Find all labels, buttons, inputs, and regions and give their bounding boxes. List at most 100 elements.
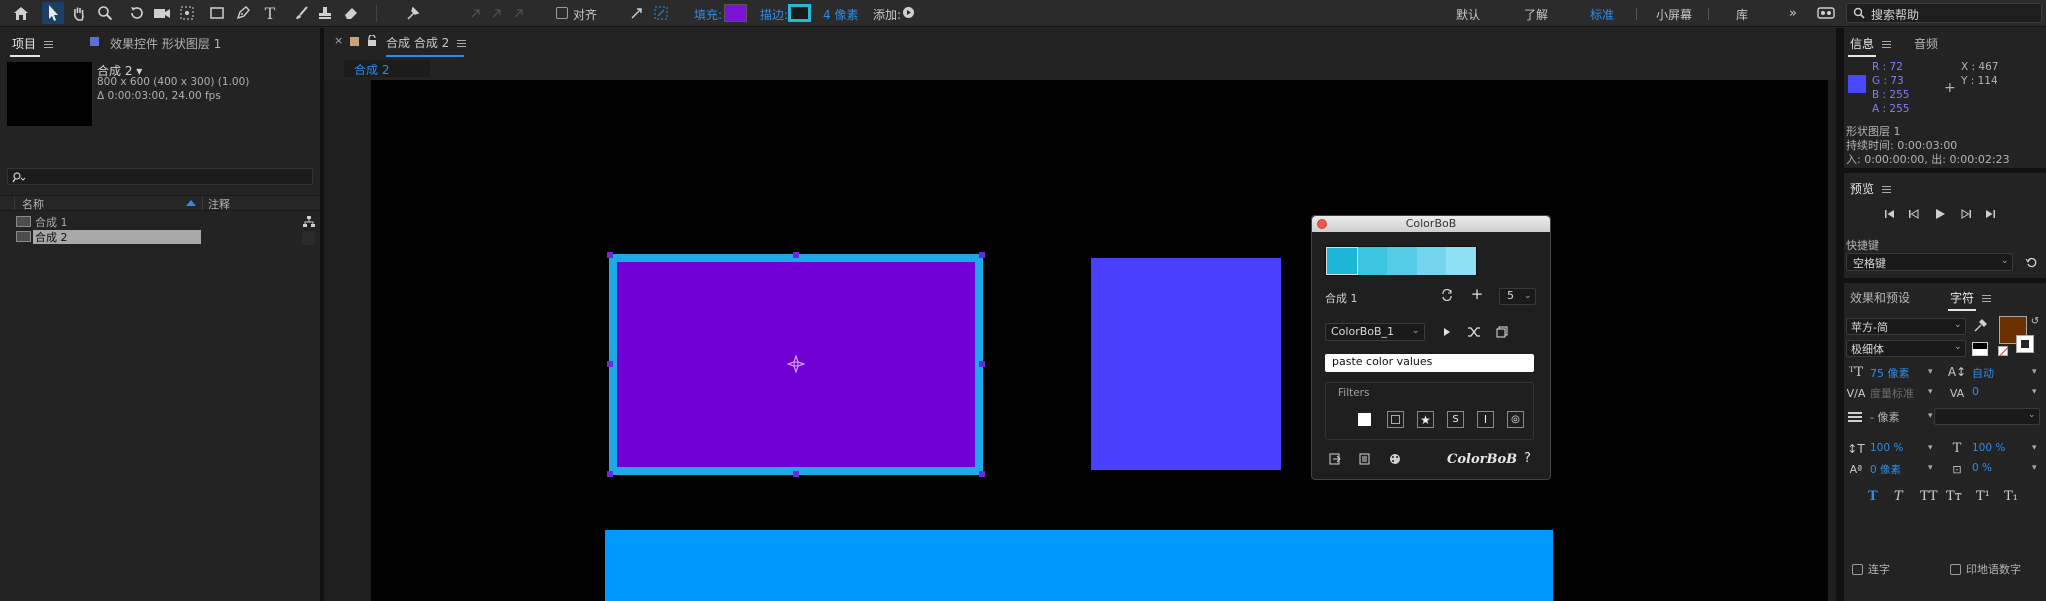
bounding-handle[interactable]: [793, 471, 799, 477]
more-workspaces-icon[interactable]: »: [1785, 5, 1801, 21]
puppet-tool-icon[interactable]: [404, 4, 422, 22]
panel-menu-icon[interactable]: [1982, 295, 1992, 302]
hindi-digits-checkbox[interactable]: [1950, 564, 1961, 575]
eraser-tool-icon[interactable]: [342, 4, 360, 22]
color-count-select[interactable]: 5 ⌄: [1499, 288, 1536, 305]
col-comment-header[interactable]: 注释: [208, 196, 230, 212]
pan-behind-tool-icon[interactable]: [178, 4, 196, 22]
fill-label[interactable]: 填充:: [694, 6, 722, 23]
workspace-learn[interactable]: 了解: [1524, 6, 1548, 23]
panel-menu-icon[interactable]: [1882, 186, 1892, 193]
bounding-handle[interactable]: [607, 252, 613, 258]
horizontal-scale-value[interactable]: 100 %: [1972, 442, 2005, 454]
color-swatch[interactable]: [1387, 247, 1417, 275]
clone-stamp-tool-icon[interactable]: [316, 4, 334, 22]
bounding-handle[interactable]: [793, 252, 799, 258]
workspace-small-screen[interactable]: 小屏幕: [1656, 6, 1692, 23]
filter-star-icon[interactable]: ★: [1417, 411, 1434, 428]
stroke-swatch[interactable]: [788, 4, 811, 22]
pen-tool-icon[interactable]: [234, 4, 252, 22]
faux-bold-button[interactable]: T: [1868, 489, 1878, 504]
all-caps-button[interactable]: TT: [1920, 489, 1938, 504]
brush-tool-icon[interactable]: [292, 4, 310, 22]
chevron-down-icon[interactable]: ▾: [1928, 411, 1933, 421]
stroke-width-value[interactable]: - 像素: [1870, 409, 1899, 425]
leading-value[interactable]: 自动: [1972, 365, 1994, 381]
shuffle-icon[interactable]: [1467, 325, 1481, 339]
tab-audio[interactable]: 音频: [1914, 35, 1938, 52]
ligature-checkbox[interactable]: [1852, 564, 1863, 575]
rectangle-tool-icon[interactable]: [208, 4, 226, 22]
bounding-handle[interactable]: [979, 361, 985, 367]
panel-menu-icon[interactable]: [1882, 41, 1892, 48]
selection-tool-icon[interactable]: [42, 2, 64, 24]
chevron-down-icon[interactable]: ▾: [2032, 463, 2037, 473]
chevron-down-icon[interactable]: ▾: [1928, 443, 1933, 453]
reset-icon[interactable]: [2024, 255, 2038, 269]
filter-s-icon[interactable]: S: [1447, 411, 1464, 428]
comp-canvas[interactable]: [371, 80, 1828, 601]
sort-ascending-icon[interactable]: [186, 200, 196, 206]
workspace-standard[interactable]: 标准: [1590, 6, 1614, 23]
stroke-style-select[interactable]: ⌄: [1934, 408, 2040, 425]
chevron-down-icon[interactable]: ▾: [1928, 463, 1933, 473]
tab-preview[interactable]: 预览: [1850, 180, 1892, 197]
font-style-select[interactable]: 极细体 ⌄: [1846, 340, 1966, 357]
col-name-header[interactable]: 名称: [22, 196, 44, 212]
palette-icon[interactable]: [1388, 452, 1402, 466]
panel-menu-icon[interactable]: [457, 40, 467, 47]
export-icon[interactable]: [1358, 452, 1372, 466]
camera-tool-icon[interactable]: [152, 4, 172, 22]
comp-viewer[interactable]: [324, 80, 1836, 601]
panel-divider-right[interactable]: [1836, 28, 1844, 601]
baseline-shift-value[interactable]: 0 像素: [1870, 462, 1901, 477]
color-swatch[interactable]: [1357, 247, 1388, 275]
tab-project[interactable]: 项目: [12, 35, 54, 52]
rotate-tool-icon[interactable]: [128, 4, 146, 22]
faux-italic-button[interactable]: T: [1894, 489, 1903, 504]
help-button[interactable]: ?: [1524, 451, 1531, 466]
color-swatch[interactable]: [1416, 247, 1447, 275]
refresh-icon[interactable]: [1440, 288, 1454, 302]
project-flowchart-icon[interactable]: [302, 215, 316, 229]
add-play-icon[interactable]: [903, 7, 914, 18]
bounding-handle[interactable]: [979, 471, 985, 477]
kerning-value[interactable]: 度量标准: [1870, 385, 1914, 401]
previous-frame-icon[interactable]: [1908, 208, 1920, 223]
sync-settings-icon[interactable]: [1816, 6, 1836, 20]
list-item[interactable]: 合成 1: [0, 215, 300, 229]
paste-color-values-input[interactable]: paste color values: [1325, 354, 1534, 372]
snap-icon[interactable]: [628, 4, 646, 22]
cyan-shape[interactable]: [605, 530, 1553, 601]
workspace-library[interactable]: 库: [1736, 6, 1748, 23]
project-search-input[interactable]: [7, 168, 313, 185]
panel-menu-icon[interactable]: [44, 41, 54, 48]
swap-colors-icon[interactable]: ↺: [2030, 316, 2040, 327]
palette-select[interactable]: ColorBoB_1 ⌄: [1325, 323, 1425, 341]
comp-breadcrumb[interactable]: 合成 2: [344, 60, 430, 77]
help-search-box[interactable]: 搜索帮助: [1846, 3, 2042, 23]
superscript-button[interactable]: T¹: [1976, 489, 1990, 504]
copy-icon[interactable]: [1495, 325, 1509, 339]
type-tool-icon[interactable]: T: [260, 3, 280, 23]
filter-grey-icon[interactable]: [1387, 411, 1404, 428]
play-icon[interactable]: [1441, 326, 1453, 338]
font-family-select[interactable]: 苹方-简 ⌄: [1846, 318, 1966, 335]
fill-swatch[interactable]: [724, 4, 747, 22]
color-swatch[interactable]: [1446, 247, 1476, 275]
snap-target-icon[interactable]: [652, 4, 670, 22]
no-fill-icon[interactable]: [1998, 346, 2009, 357]
import-icon[interactable]: [1328, 452, 1342, 466]
home-icon[interactable]: [12, 4, 30, 22]
hand-tool-icon[interactable]: [70, 4, 88, 22]
anchor-point-icon[interactable]: [786, 354, 806, 374]
workspace-default[interactable]: 默认: [1456, 6, 1480, 23]
default-colors-icon[interactable]: [1972, 342, 1988, 356]
filter-image-icon[interactable]: ◎: [1507, 411, 1524, 428]
play-icon[interactable]: [1934, 208, 1946, 223]
stroke-width-value[interactable]: 4 像素: [823, 6, 858, 23]
zoom-tool-icon[interactable]: [96, 4, 114, 22]
search-dropdown-icon[interactable]: [11, 170, 27, 184]
comp-tab-title[interactable]: 合成 合成 2: [386, 34, 467, 51]
bounding-handle[interactable]: [979, 252, 985, 258]
